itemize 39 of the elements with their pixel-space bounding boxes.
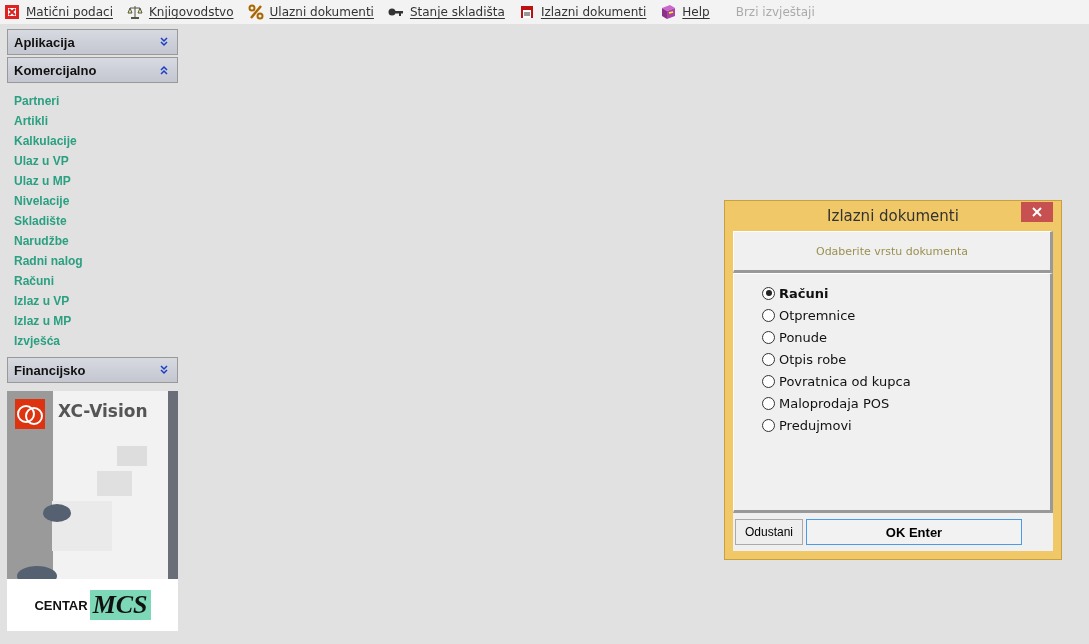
close-button[interactable] bbox=[1021, 202, 1053, 222]
menu-item[interactable]: Matični podaci bbox=[4, 4, 127, 20]
section-header[interactable]: Komercijalno bbox=[7, 57, 178, 83]
radio-icon[interactable] bbox=[762, 308, 775, 322]
menu-icon bbox=[4, 4, 20, 20]
company-logo-text: CENTAR bbox=[34, 597, 88, 613]
radio-icon[interactable] bbox=[762, 374, 775, 388]
radio-option[interactable]: Otpremnice bbox=[762, 306, 1050, 324]
menu-icon bbox=[660, 4, 677, 20]
menu-item[interactable]: Izlazni dokumenti bbox=[518, 4, 661, 20]
dialog-title: Izlazni dokumenti bbox=[827, 207, 959, 225]
expand-icon[interactable] bbox=[159, 37, 169, 47]
section-header[interactable]: Financijsko bbox=[7, 357, 178, 383]
radio-icon[interactable] bbox=[762, 330, 775, 344]
dialog-header: Odaberite vrstu dokumenta bbox=[733, 231, 1053, 273]
expand-icon[interactable] bbox=[159, 365, 169, 375]
radio-icon[interactable] bbox=[762, 286, 775, 300]
close-icon bbox=[1032, 207, 1042, 217]
ok-button[interactable]: OK Enter bbox=[806, 519, 1022, 545]
radio-option[interactable]: Ponude bbox=[762, 328, 1050, 346]
menu-icon bbox=[126, 4, 143, 20]
menu-item[interactable]: Stanje skladišta bbox=[387, 4, 519, 20]
collapse-icon[interactable] bbox=[159, 65, 169, 75]
radio-option[interactable]: Povratnica od kupca bbox=[762, 372, 1050, 390]
radio-icon[interactable] bbox=[762, 352, 775, 366]
cancel-button[interactable]: Odustani bbox=[735, 519, 803, 545]
menu-item[interactable]: Knjigovodstvo bbox=[126, 4, 248, 20]
menu-item[interactable]: Ulazni dokumenti bbox=[247, 4, 388, 20]
section-header[interactable]: Aplikacija bbox=[7, 29, 178, 55]
radio-option[interactable]: Otpis robe bbox=[762, 350, 1050, 368]
radio-option[interactable]: Računi bbox=[762, 284, 1050, 302]
menu-icon bbox=[518, 4, 535, 20]
menu-item[interactable]: Help bbox=[660, 4, 724, 20]
radio-option[interactable]: Predujmovi bbox=[762, 416, 1050, 434]
company-logo-mark: MCS bbox=[89, 590, 151, 620]
radio-icon[interactable] bbox=[762, 396, 775, 410]
radio-icon[interactable] bbox=[762, 418, 775, 432]
menu-icon bbox=[247, 4, 264, 20]
radio-option[interactable]: Maloprodaja POS bbox=[762, 394, 1050, 412]
